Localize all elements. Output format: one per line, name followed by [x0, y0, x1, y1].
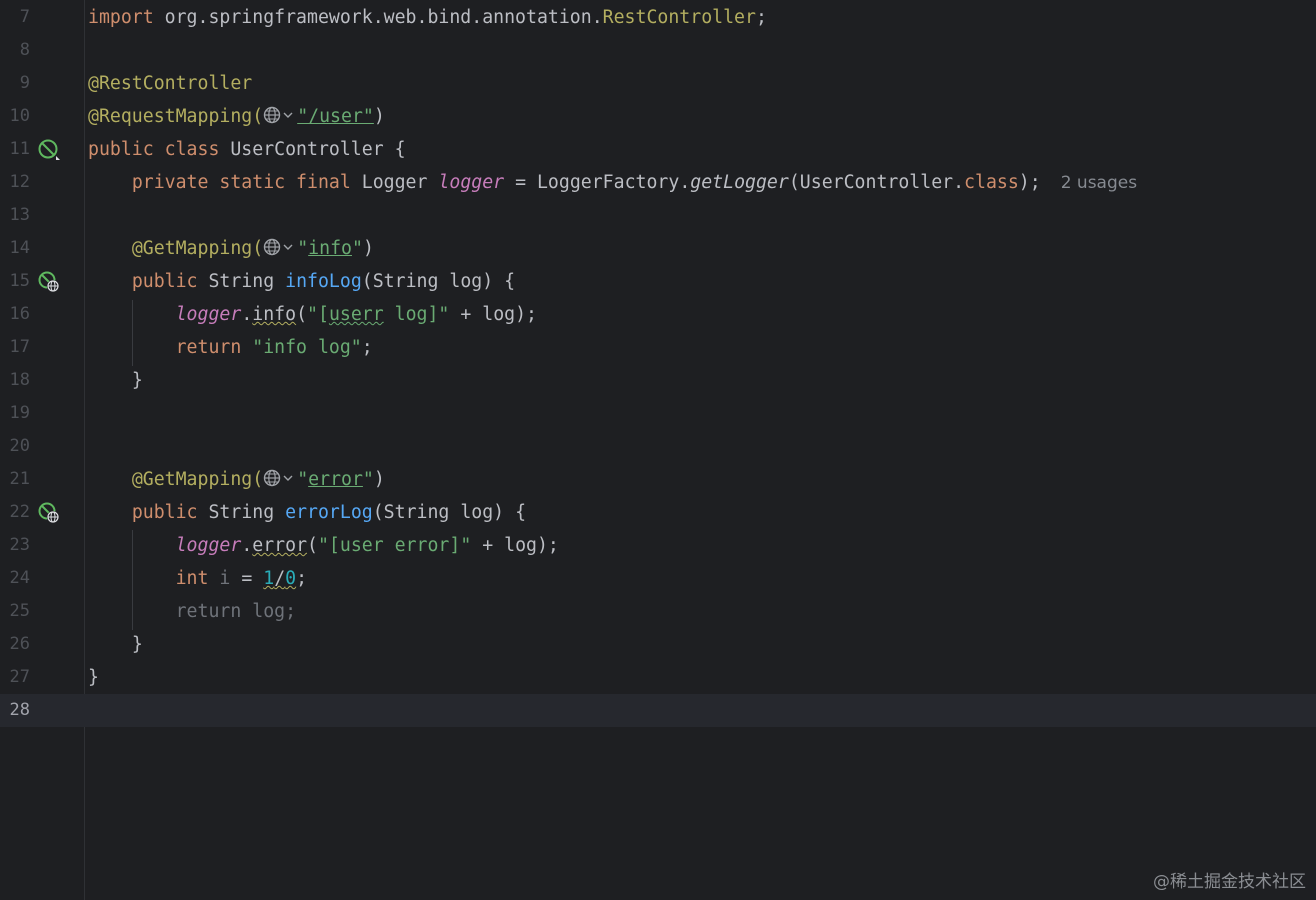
- url-globe-icon[interactable]: [263, 236, 297, 258]
- unreachable-code: return log;: [175, 601, 297, 622]
- code-line[interactable]: 9 @RestController: [0, 67, 1316, 100]
- request-mapping-globe-icon[interactable]: [38, 502, 60, 524]
- code-text: public String infoLog(String log) {: [131, 271, 516, 292]
- code-text: logger.info("[userr log]" + log);: [175, 304, 537, 325]
- code-line[interactable]: 21 @GetMapping("error"): [0, 463, 1316, 496]
- code-text: @RequestMapping("/user"): [88, 104, 385, 127]
- code-text: }: [131, 370, 143, 391]
- line-number: 7: [19, 7, 30, 27]
- code-text: }: [131, 634, 143, 655]
- code-text: logger.error("[user error]" + log);: [175, 535, 559, 556]
- code-line[interactable]: 23 logger.error("[user error]" + log);: [0, 529, 1316, 562]
- line-number: 16: [9, 304, 30, 324]
- code-line[interactable]: 24 int i = 1/0;: [0, 562, 1316, 595]
- line-number: 28: [9, 700, 30, 720]
- code-line[interactable]: 11 public class UserController {: [0, 133, 1316, 166]
- line-number: 8: [19, 40, 30, 60]
- line-number: 22: [9, 502, 30, 522]
- code-editor[interactable]: 7 import org.springframework.web.bind.an…: [0, 0, 1316, 900]
- line-number: 13: [9, 205, 30, 225]
- line-number: 19: [9, 403, 30, 423]
- usages-inlay-hint[interactable]: 2 usages: [1061, 173, 1137, 193]
- line-number: 26: [9, 634, 30, 654]
- code-line[interactable]: 26 }: [0, 628, 1316, 661]
- code-text: return log;: [88, 595, 296, 628]
- code-line[interactable]: 20: [0, 430, 1316, 463]
- code-line[interactable]: 15 public String infoLog(String log) {: [0, 265, 1316, 298]
- code-text: }: [88, 667, 99, 688]
- code-text: return "info log";: [175, 337, 373, 358]
- line-number: 23: [9, 535, 30, 555]
- spring-bean-icon[interactable]: [38, 139, 60, 161]
- code-line[interactable]: 18 }: [0, 364, 1316, 397]
- code-text: @GetMapping("info"): [131, 236, 374, 259]
- code-line[interactable]: 17 return "info log";: [0, 331, 1316, 364]
- line-number: 10: [9, 106, 30, 126]
- line-number: 14: [9, 238, 30, 258]
- code-text: @RestController: [88, 73, 253, 94]
- line-number: 24: [9, 568, 30, 588]
- code-line[interactable]: 12 private static final Logger logger = …: [0, 166, 1316, 199]
- line-number: 11: [9, 139, 30, 159]
- code-text: public class UserController {: [88, 139, 406, 160]
- code-text: int i = 1/0;: [175, 568, 308, 589]
- line-number: 21: [9, 469, 30, 489]
- code-line[interactable]: 10 @RequestMapping("/user"): [0, 100, 1316, 133]
- code-line[interactable]: 27 }: [0, 661, 1316, 694]
- request-mapping-globe-icon[interactable]: [38, 271, 60, 293]
- line-number: 27: [9, 667, 30, 687]
- line-number: 18: [9, 370, 30, 390]
- url-globe-icon[interactable]: [263, 467, 297, 489]
- code-line[interactable]: 7 import org.springframework.web.bind.an…: [0, 1, 1316, 34]
- code-line[interactable]: 22 public String errorLog(String log) {: [0, 496, 1316, 529]
- line-number: 17: [9, 337, 30, 357]
- line-number: 20: [9, 436, 30, 456]
- code-line[interactable]: 16 logger.info("[userr log]" + log);: [0, 298, 1316, 331]
- line-number: 15: [9, 271, 30, 291]
- watermark: @稀土掘金技术社区: [1153, 872, 1306, 892]
- code-line[interactable]: 25 return log;: [0, 595, 1316, 628]
- line-number: 9: [19, 73, 30, 93]
- code-text: private static final Logger logger = Log…: [131, 172, 1138, 193]
- code-text: @GetMapping("error"): [131, 467, 385, 490]
- code-text: import org.springframework.web.bind.anno…: [88, 7, 767, 28]
- code-line[interactable]: 19: [0, 397, 1316, 430]
- line-number: 25: [9, 601, 30, 621]
- url-globe-icon[interactable]: [263, 104, 297, 126]
- current-code-line[interactable]: 28: [0, 694, 1316, 727]
- code-line[interactable]: 13: [0, 199, 1316, 232]
- code-text: public String errorLog(String log) {: [131, 502, 527, 523]
- code-line[interactable]: 14 @GetMapping("info"): [0, 232, 1316, 265]
- code-line[interactable]: 8: [0, 34, 1316, 67]
- line-number: 12: [9, 172, 30, 192]
